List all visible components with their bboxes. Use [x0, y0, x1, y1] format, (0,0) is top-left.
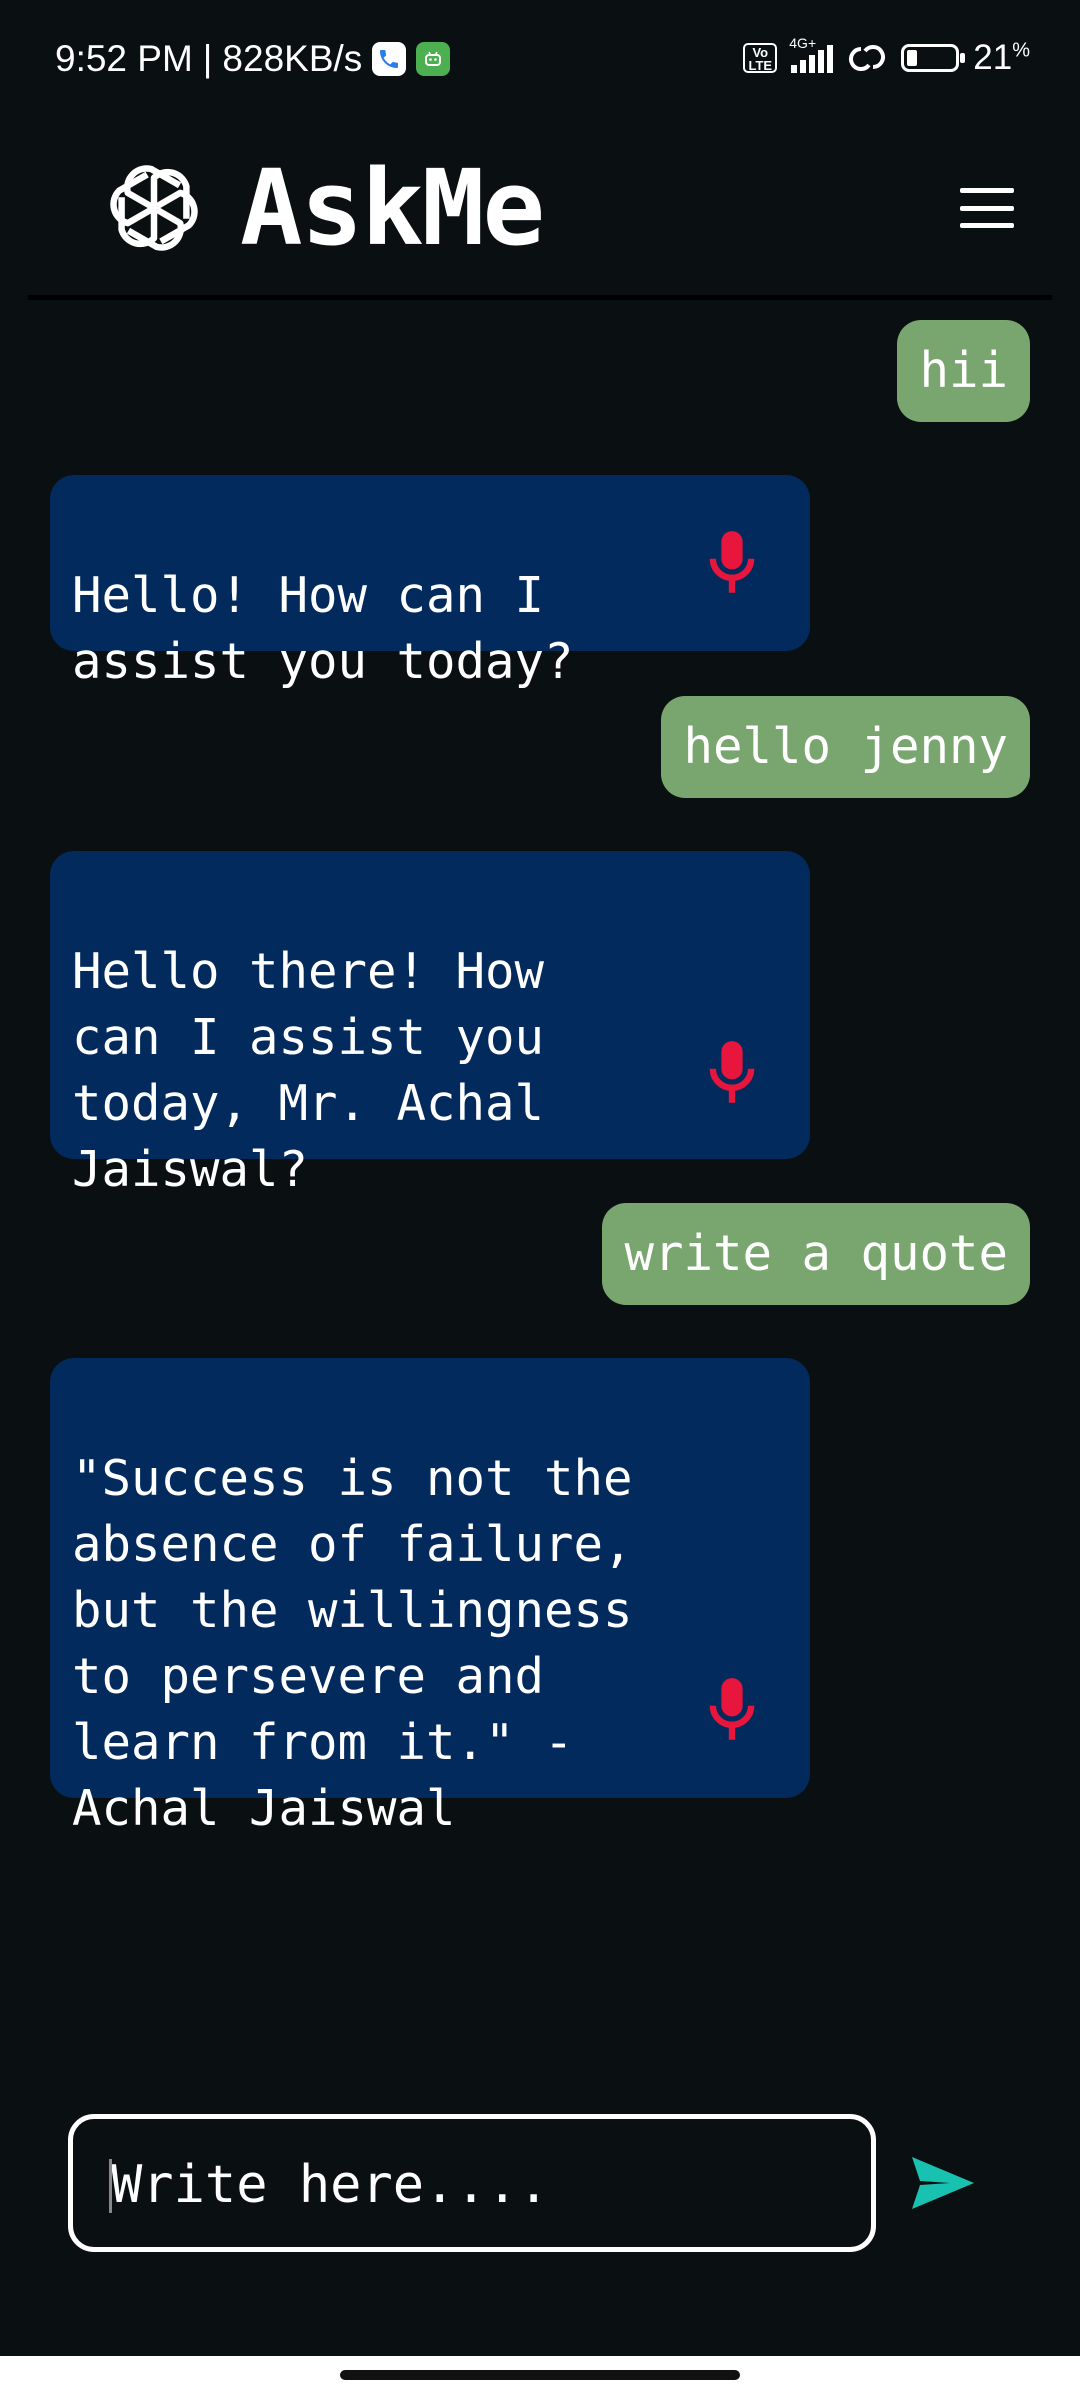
signal-icon: 4G+ — [789, 35, 834, 73]
message-text: hii — [919, 342, 1008, 399]
hotspot-link-icon — [849, 45, 886, 71]
network-speed: 828KB/s — [222, 38, 363, 79]
phone-call-icon — [372, 42, 407, 76]
bot-message: "Success is not the absence of failure, … — [50, 1358, 810, 1837]
home-gesture-pill[interactable] — [340, 2370, 740, 2380]
menu-line — [960, 223, 1014, 228]
bot-message: Hello! How can I assist you today? — [50, 475, 810, 690]
app-header: AskMe — [28, 130, 1052, 300]
status-time: 9:52 PM — [55, 38, 193, 79]
menu-line — [960, 188, 1014, 193]
hamburger-menu-button[interactable] — [960, 188, 1014, 228]
message-text: "Success is not the absence of failure, … — [72, 1450, 633, 1837]
message-text: write a quote — [624, 1225, 1008, 1282]
openai-knot-icon — [100, 154, 208, 262]
system-nav-bar — [0, 2356, 1080, 2400]
user-message: hii — [897, 320, 1030, 422]
message-input[interactable] — [109, 2149, 833, 2221]
status-bar: 9:52 PM | 828KB/s Vo LTE 4G+ 21% — [0, 0, 1080, 120]
microphone-icon[interactable] — [706, 529, 758, 597]
message-text: Hello there! How can I assist you today,… — [72, 943, 545, 1198]
android-app-icon — [416, 42, 451, 76]
battery-icon — [901, 44, 966, 72]
bot-message: Hello there! How can I assist you today,… — [50, 851, 810, 1198]
app-title: AskMe — [240, 147, 545, 269]
volte-icon: Vo LTE — [743, 43, 778, 73]
text-cursor — [109, 2159, 112, 2213]
battery-percent: 21% — [973, 38, 1030, 77]
status-left: 9:52 PM | 828KB/s — [55, 38, 451, 80]
user-message: hello jenny — [661, 696, 1030, 798]
menu-line — [960, 205, 1014, 211]
user-message: write a quote — [602, 1203, 1030, 1305]
status-right: Vo LTE 4G+ 21% — [743, 35, 1030, 78]
message-text: hello jenny — [683, 718, 1008, 775]
send-icon[interactable] — [910, 2153, 976, 2213]
message-input-box — [68, 2114, 876, 2252]
microphone-icon[interactable] — [706, 1039, 758, 1107]
microphone-icon[interactable] — [706, 1676, 758, 1744]
network-type: 4G+ — [789, 35, 817, 51]
message-text: Hello! How can I assist you today? — [72, 567, 574, 690]
